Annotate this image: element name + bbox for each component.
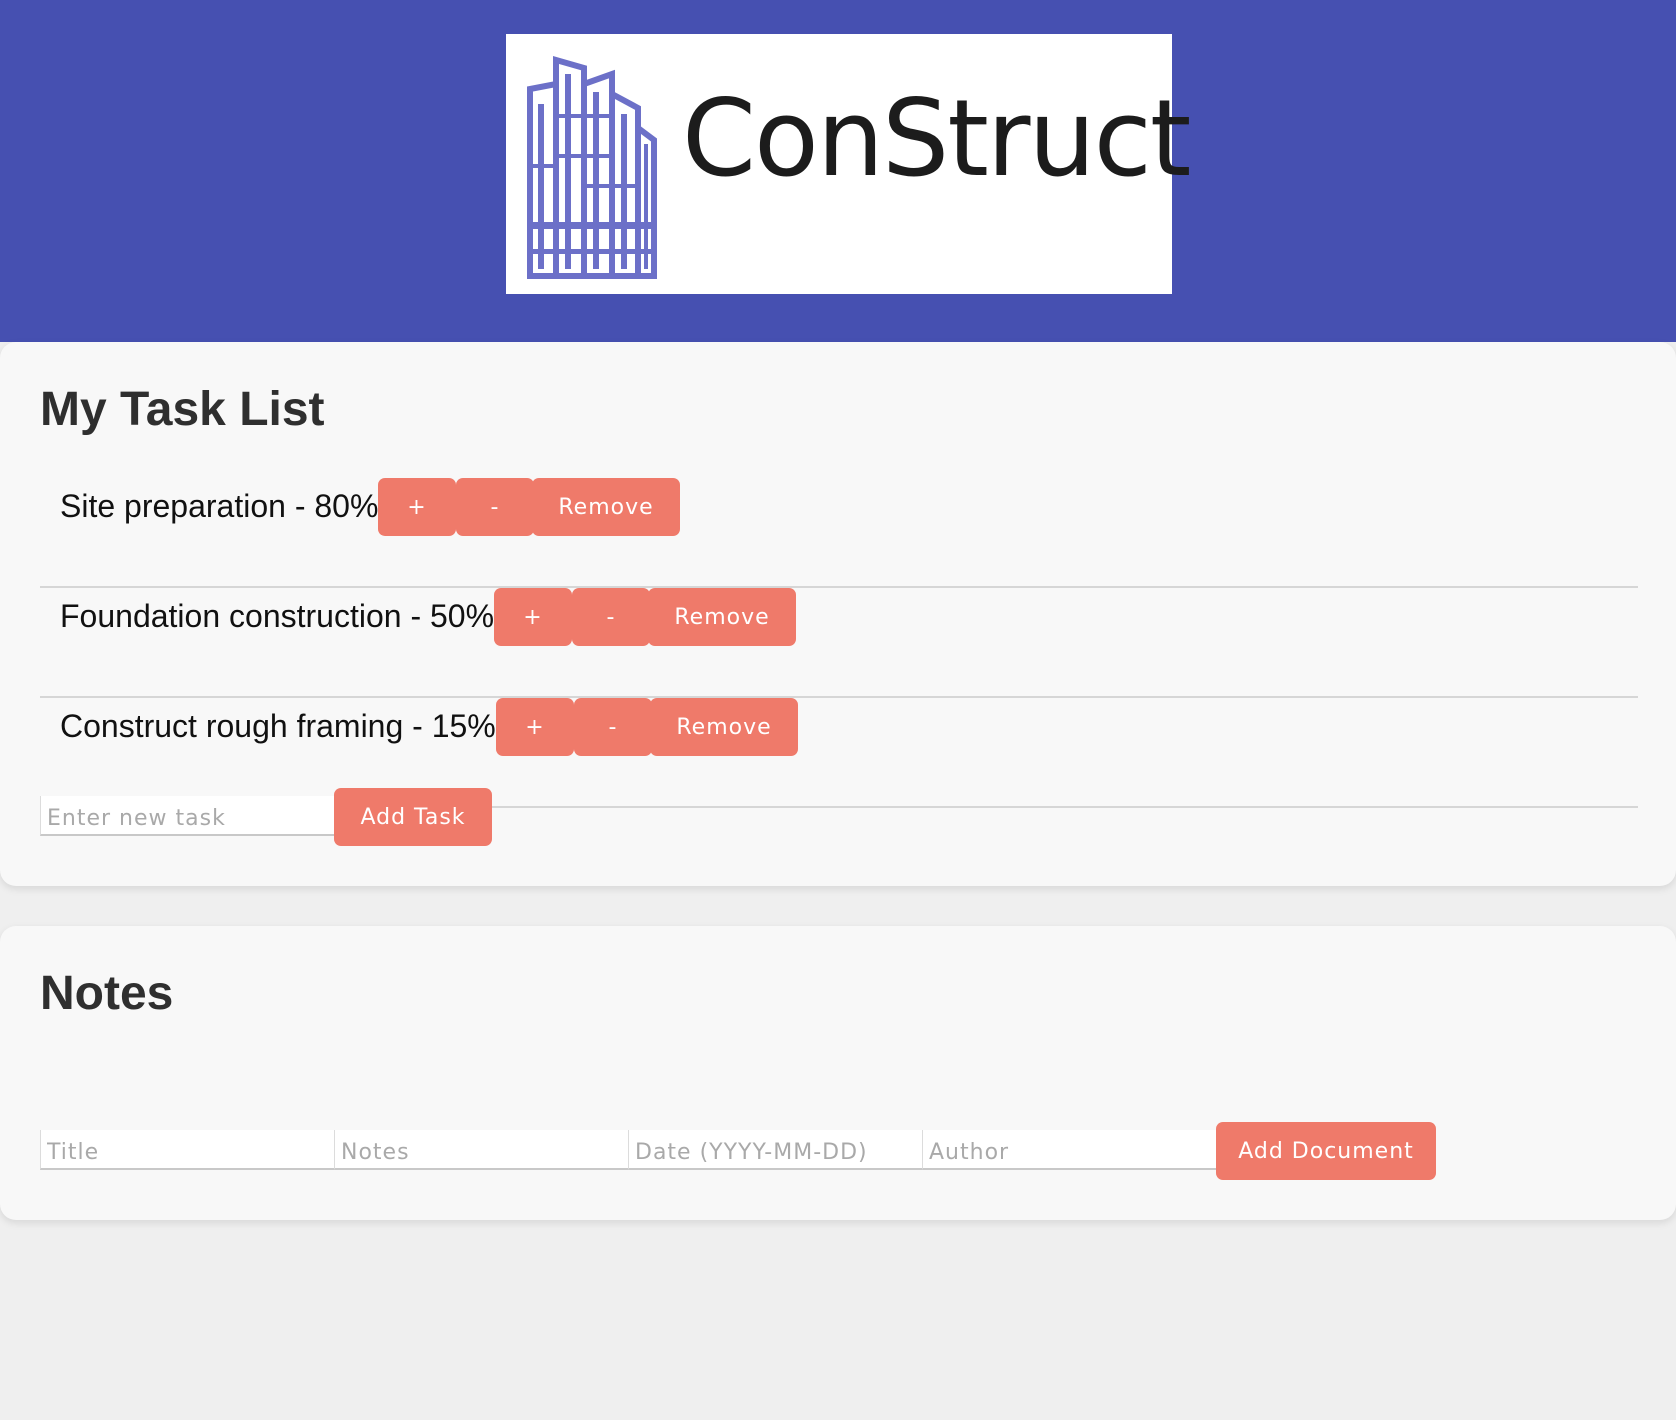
notes-title: Notes <box>40 967 174 1020</box>
decrease-progress-button[interactable]: - <box>574 698 652 756</box>
note-title-input[interactable] <box>40 1130 334 1170</box>
task-row: Site preparation - 80% + - Remove <box>40 478 1638 588</box>
task-row: Foundation construction - 50% + - Remove <box>40 588 1638 698</box>
remove-task-button[interactable]: Remove <box>648 588 796 646</box>
note-date-input[interactable] <box>628 1130 922 1170</box>
app-header: ConStruct <box>0 0 1676 342</box>
remove-task-button[interactable]: Remove <box>532 478 680 536</box>
task-list-card: My Task List Site preparation - 80% + - … <box>0 342 1676 886</box>
increase-progress-button[interactable]: + <box>494 588 572 646</box>
building-icon <box>527 56 657 279</box>
notes-card: Notes Add Document <box>0 926 1676 1220</box>
increase-progress-button[interactable]: + <box>496 698 574 756</box>
task-row: Construct rough framing - 15% + - Remove <box>40 698 1638 808</box>
logo-wordmark: ConStruct <box>682 77 1191 200</box>
remove-task-button[interactable]: Remove <box>650 698 798 756</box>
decrease-progress-button[interactable]: - <box>456 478 534 536</box>
task-label: Construct rough framing - 15% <box>60 708 496 744</box>
task-list-title: My Task List <box>40 383 325 436</box>
note-notes-input[interactable] <box>334 1130 628 1170</box>
task-label: Site preparation - 80% <box>60 488 379 524</box>
note-author-input[interactable] <box>922 1130 1216 1170</box>
add-task-button[interactable]: Add Task <box>334 788 492 846</box>
construct-logo: ConStruct <box>506 34 1191 294</box>
new-task-input[interactable] <box>40 796 334 836</box>
increase-progress-button[interactable]: + <box>378 478 456 536</box>
add-document-button[interactable]: Add Document <box>1216 1122 1436 1180</box>
decrease-progress-button[interactable]: - <box>572 588 650 646</box>
task-label: Foundation construction - 50% <box>60 598 495 634</box>
